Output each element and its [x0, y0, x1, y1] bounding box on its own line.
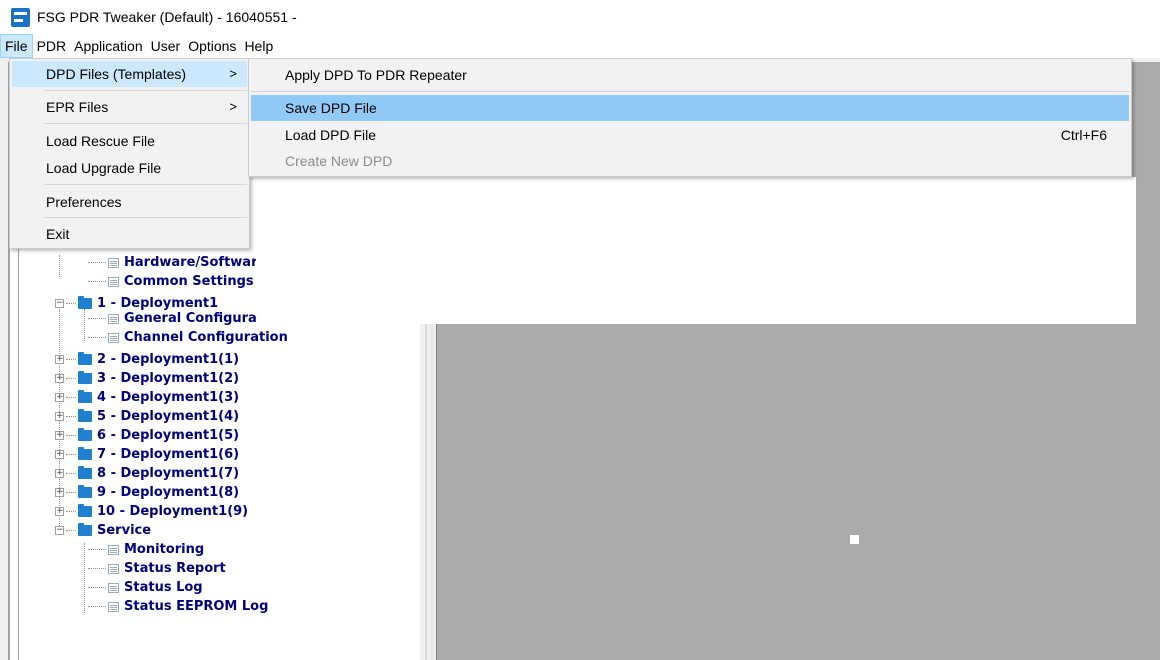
menu-separator: [44, 90, 247, 91]
tree-node[interactable]: + 9 - Deployment1(8): [55, 483, 239, 502]
menu-file[interactable]: File: [0, 34, 33, 58]
folder-icon: [78, 485, 92, 498]
menu-item-load-upgrade-file[interactable]: Load Upgrade File: [12, 155, 247, 181]
expand-icon[interactable]: +: [55, 450, 64, 459]
folder-icon: [78, 296, 92, 309]
collapse-icon[interactable]: −: [55, 299, 64, 308]
tree-leaf-monitoring[interactable]: Monitoring: [88, 540, 204, 559]
folder-icon: [78, 504, 92, 517]
menu-item-load-dpd-file[interactable]: Load DPD File Ctrl+F6: [251, 122, 1129, 148]
tree-node[interactable]: + 10 - Deployment1(9): [55, 502, 248, 521]
menu-item-dpd-files[interactable]: DPD Files (Templates) >: [12, 61, 247, 87]
dpd-submenu: Apply DPD To PDR Repeater Save DPD File …: [248, 58, 1132, 177]
file-menu: DPD Files (Templates) > EPR Files > Load…: [9, 58, 250, 249]
expand-icon[interactable]: +: [55, 507, 64, 516]
tree-leaf-status-report[interactable]: Status Report: [88, 559, 226, 578]
tree-leaf-channel-configuration[interactable]: Channel Configuration: [88, 328, 288, 347]
expand-icon[interactable]: +: [55, 374, 64, 383]
folder-icon: [78, 447, 92, 460]
folder-icon: [78, 352, 92, 365]
doc-icon: [108, 601, 119, 612]
tree-node-service[interactable]: − Service: [55, 521, 151, 540]
menu-item-create-new-dpd: Create New DPD: [285, 153, 393, 169]
folder-icon: [78, 428, 92, 441]
tree-leaf-hardware[interactable]: Hardware/Softwar: [88, 253, 258, 272]
tree-leaf-status-log[interactable]: Status Log: [88, 578, 203, 597]
doc-icon: [108, 332, 119, 343]
tree-node[interactable]: + 6 - Deployment1(5): [55, 426, 239, 445]
folder-icon: [78, 523, 92, 536]
window-title: FSG PDR Tweaker (Default) - 16040551 -: [37, 9, 297, 25]
expand-icon[interactable]: +: [55, 412, 64, 421]
expand-icon[interactable]: +: [55, 488, 64, 497]
tree-leaf-status-eeprom-log[interactable]: Status EEPROM Log: [88, 597, 268, 616]
doc-icon: [108, 563, 119, 574]
tree-node[interactable]: + 3 - Deployment1(2): [55, 369, 239, 388]
menu-options[interactable]: Options: [184, 34, 240, 58]
menu-separator: [44, 217, 247, 218]
doc-icon: [108, 257, 119, 268]
tree-leaf-general-configuration[interactable]: General Configurat.: [88, 309, 268, 328]
folder-icon: [78, 409, 92, 422]
chevron-right-icon: >: [229, 99, 237, 114]
folder-icon: [78, 371, 92, 384]
expand-icon[interactable]: +: [55, 393, 64, 402]
work-area-marker: [850, 535, 859, 544]
chevron-right-icon: >: [229, 66, 237, 81]
collapse-icon[interactable]: −: [55, 526, 64, 535]
menu-item-save-dpd-file[interactable]: Save DPD File: [251, 95, 1129, 121]
menu-help[interactable]: Help: [240, 34, 277, 58]
tree-node[interactable]: + 8 - Deployment1(7): [55, 464, 239, 483]
app-icon: [11, 7, 30, 27]
menu-item-exit[interactable]: Exit: [12, 221, 247, 247]
menu-bar: File PDR Application User Options Help: [0, 34, 1160, 58]
tree-node[interactable]: + 2 - Deployment1(1): [55, 350, 239, 369]
tree-node[interactable]: + 4 - Deployment1(3): [55, 388, 239, 407]
menu-item-preferences[interactable]: Preferences: [12, 189, 247, 215]
tree-node[interactable]: + 5 - Deployment1(4): [55, 407, 239, 426]
menu-separator: [44, 123, 247, 124]
blank-panel: [256, 177, 1136, 324]
menu-item-apply-dpd[interactable]: Apply DPD To PDR Repeater: [251, 62, 1129, 88]
folder-icon: [78, 466, 92, 479]
shortcut-label: Ctrl+F6: [1060, 127, 1107, 143]
doc-icon: [108, 276, 119, 287]
menu-pdr[interactable]: PDR: [33, 34, 71, 58]
tree-node[interactable]: + 7 - Deployment1(6): [55, 445, 239, 464]
expand-icon[interactable]: +: [55, 355, 64, 364]
menu-application[interactable]: Application: [70, 34, 147, 58]
menu-item-epr-files[interactable]: EPR Files >: [12, 94, 247, 120]
menu-user[interactable]: User: [147, 34, 185, 58]
title-bar: FSG PDR Tweaker (Default) - 16040551 -: [0, 0, 1160, 34]
menu-separator: [251, 91, 1129, 92]
expand-icon[interactable]: +: [55, 469, 64, 478]
menu-separator: [44, 184, 247, 185]
expand-icon[interactable]: +: [55, 431, 64, 440]
doc-icon: [108, 582, 119, 593]
menu-item-load-rescue-file[interactable]: Load Rescue File: [12, 128, 247, 154]
tree-leaf-common-settings[interactable]: Common Settings: [88, 272, 254, 291]
folder-icon: [78, 390, 92, 403]
doc-icon: [108, 313, 119, 324]
doc-icon: [108, 544, 119, 555]
